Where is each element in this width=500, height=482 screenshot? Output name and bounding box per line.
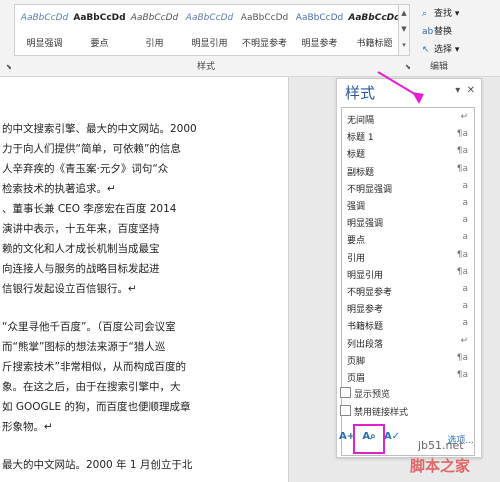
annotation-arrow xyxy=(377,71,424,104)
watermark-name: 脚本之家 xyxy=(410,457,471,475)
watermark-site: jb51.net xyxy=(418,439,464,452)
